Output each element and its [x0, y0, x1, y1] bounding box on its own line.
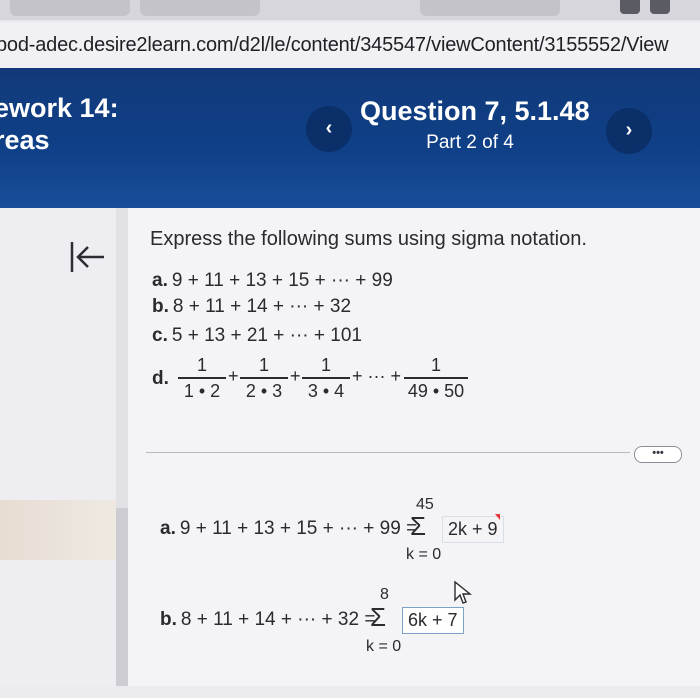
incorrect-mark-icon: [495, 514, 500, 520]
scrollbar-thumb[interactable]: [116, 508, 128, 698]
assignment-title-line1: ework 14:: [0, 93, 119, 123]
browser-tab[interactable]: [140, 0, 260, 16]
bottom-edge: [0, 686, 700, 698]
question-title: Question 7, 5.1.48: [360, 96, 590, 126]
answer-a-line: a. 9 + 11 + 13 + 15 + ··· + 99 =: [160, 518, 417, 540]
sigma-icon: Σ: [370, 602, 387, 632]
problem-item-b: b. 8 + 11 + 14 + ··· + 32: [152, 296, 351, 318]
fraction-1: 11 • 2: [178, 354, 226, 402]
browser-tab[interactable]: [420, 0, 560, 16]
collapse-left-icon[interactable]: [68, 240, 106, 274]
url-text[interactable]: pod-adec.desire2learn.com/d2l/le/content…: [0, 34, 669, 57]
item-label: c.: [152, 325, 168, 346]
sigma-icon: Σ: [410, 511, 427, 541]
item-expression: 9 + 11 + 13 + 15 + ··· + 99: [171, 270, 393, 291]
sigma-lower-limit: k = 0: [406, 546, 442, 563]
item-expression: 5 + 13 + 21 + ··· + 101: [171, 325, 362, 346]
item-expression: 8 + 11 + 14 + ··· + 32: [172, 296, 352, 317]
more-options-button[interactable]: •••: [634, 446, 682, 463]
assignment-title: ework 14: reas: [0, 92, 154, 156]
ellipsis-plus: + ··· +: [352, 366, 402, 386]
answer-label: a.: [160, 518, 176, 539]
question-content: Express the following sums using sigma n…: [0, 208, 700, 698]
fraction-2: 12 • 3: [240, 354, 288, 402]
chevron-left-icon: ‹: [325, 117, 333, 139]
answer-b-input[interactable]: 6k + 7: [402, 607, 464, 634]
question-part: Part 2 of 4: [426, 132, 514, 153]
question-prompt: Express the following sums using sigma n…: [150, 228, 587, 250]
browser-tab[interactable]: [10, 0, 130, 16]
problem-item-a: a. 9 + 11 + 13 + 15 + ··· + 99: [152, 270, 393, 292]
fraction-last: 1 49 • 50: [404, 354, 468, 402]
previous-question-button[interactable]: ‹: [306, 106, 352, 152]
question-header: ework 14: reas ‹ Question 7, 5.1.48 Part…: [0, 68, 700, 208]
next-question-button[interactable]: ›: [606, 108, 652, 154]
assignment-title-line2: reas: [0, 125, 50, 155]
answer-expression: 9 + 11 + 13 + 15 + ··· + 99 =: [179, 518, 418, 539]
sigma-lower-limit: k = 0: [366, 638, 402, 655]
browser-toolbar-icon[interactable]: [650, 0, 670, 14]
item-label: a.: [152, 270, 168, 291]
left-panel: [0, 208, 128, 698]
problem-item-c: c. 5 + 13 + 21 + ··· + 101: [152, 325, 362, 347]
answer-b-line: b. 8 + 11 + 14 + ··· + 32 =: [160, 609, 375, 631]
section-divider: [146, 452, 630, 453]
browser-toolbar-icon[interactable]: [620, 0, 640, 14]
plus-sign: +: [290, 366, 301, 386]
item-label: b.: [152, 296, 169, 317]
answer-label: b.: [160, 609, 177, 630]
fraction-3: 13 • 4: [302, 354, 350, 402]
panel-shading: [0, 500, 116, 560]
problem-item-d-label: d.: [152, 368, 169, 389]
answer-a-input[interactable]: 2k + 9: [442, 516, 504, 543]
mouse-pointer-icon: [454, 580, 472, 604]
address-bar[interactable]: pod-adec.desire2learn.com/d2l/le/content…: [0, 22, 700, 69]
chevron-right-icon: ›: [625, 119, 633, 141]
browser-tab-strip: [0, 0, 700, 20]
plus-sign: +: [228, 366, 239, 386]
answer-expression: 8 + 11 + 14 + ··· + 32 =: [180, 609, 376, 630]
